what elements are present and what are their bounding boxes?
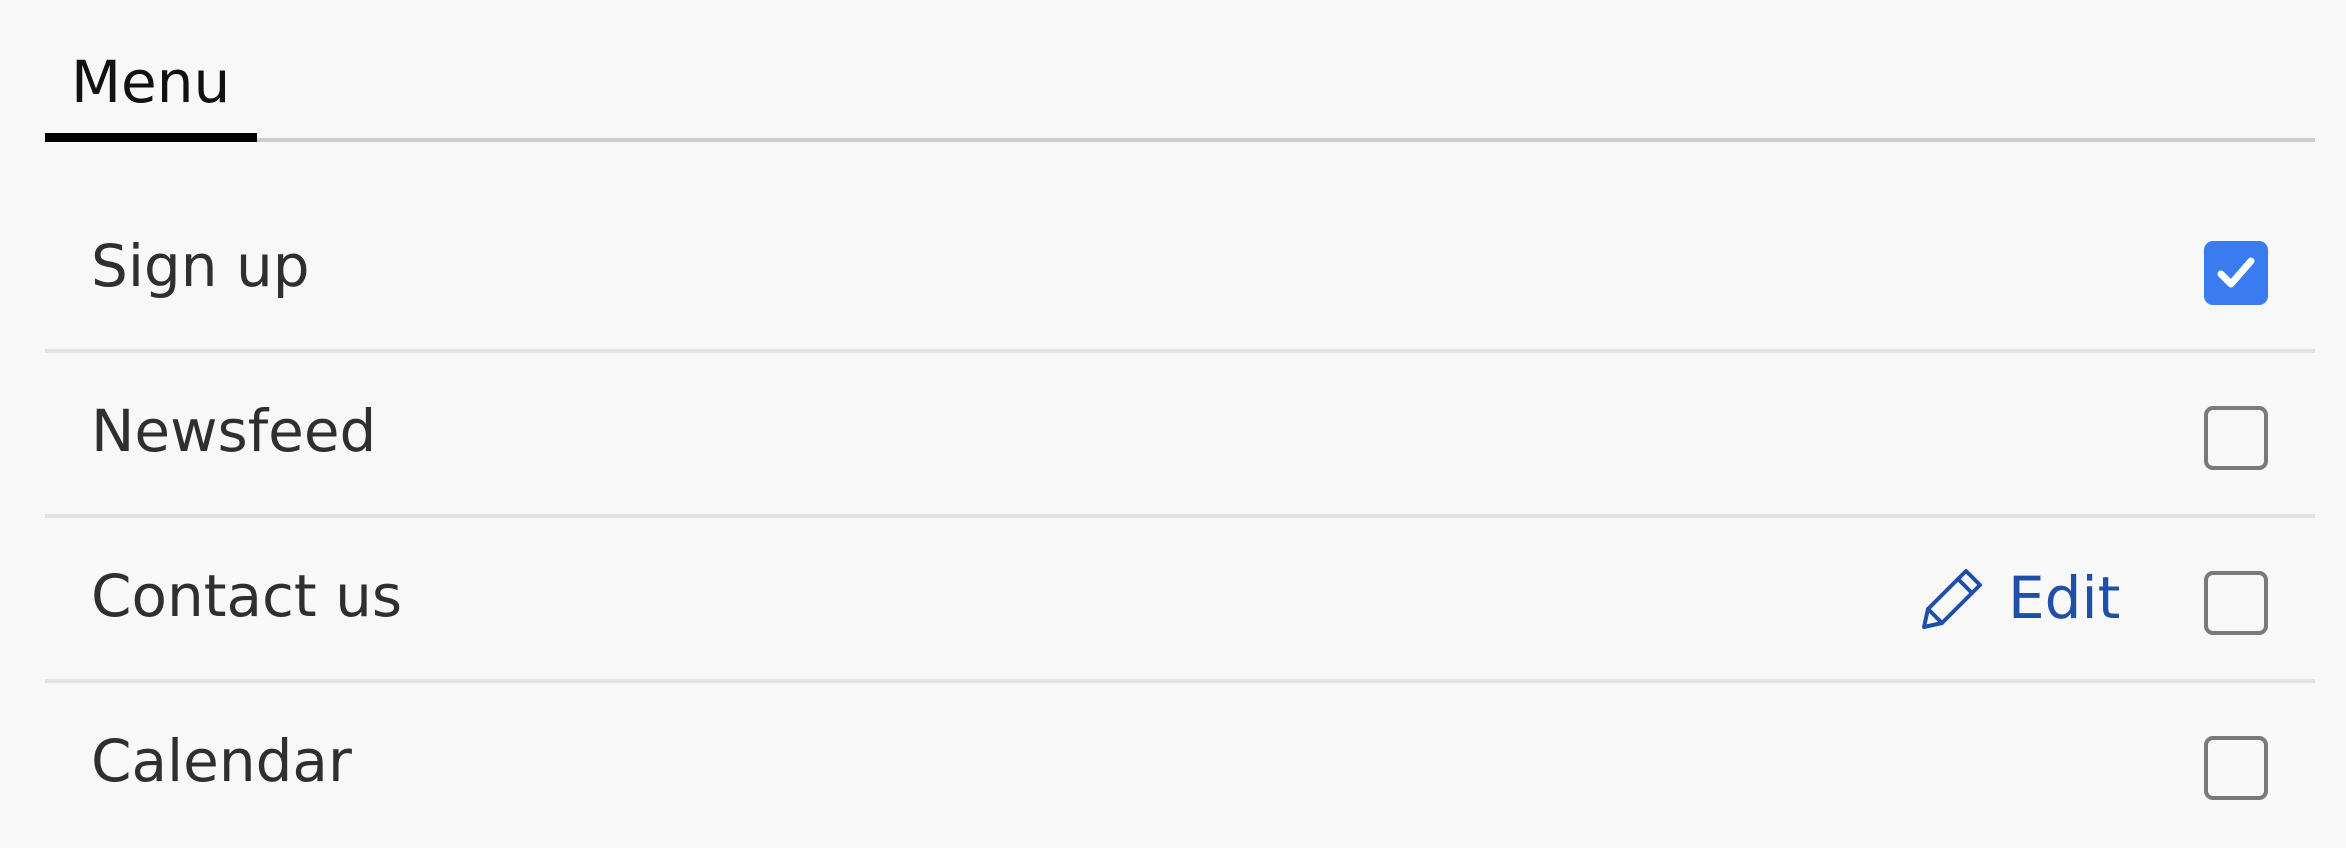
menu-item-calendar: Calendar — [45, 683, 2315, 848]
menu-item-label: Sign up — [91, 232, 310, 300]
tab-menu[interactable]: Menu — [45, 0, 257, 142]
menu-item-newsfeed: Newsfeed — [45, 353, 2315, 518]
menu-item-label: Contact us — [91, 562, 403, 630]
menu-item-contact-us: Contact us Edit — [45, 518, 2315, 683]
calendar-checkbox[interactable] — [2204, 736, 2268, 800]
edit-label: Edit — [2008, 564, 2121, 632]
menu-panel: Menu Sign up Newsfeed Contact us Edit Ca… — [45, 0, 2315, 848]
contact-us-checkbox[interactable] — [2204, 571, 2268, 635]
edit-link[interactable]: Edit — [1920, 558, 2120, 638]
checkmark-icon — [2217, 257, 2255, 288]
pencil-icon — [1922, 569, 1982, 629]
menu-item-label: Newsfeed — [91, 397, 377, 465]
menu-item-label: Calendar — [91, 727, 352, 795]
tab-bar: Menu — [45, 0, 2315, 142]
menu-item-sign-up: Sign up — [45, 188, 2315, 353]
tab-menu-label: Menu — [71, 48, 231, 116]
sign-up-checkbox[interactable] — [2204, 241, 2268, 305]
newsfeed-checkbox[interactable] — [2204, 406, 2268, 470]
